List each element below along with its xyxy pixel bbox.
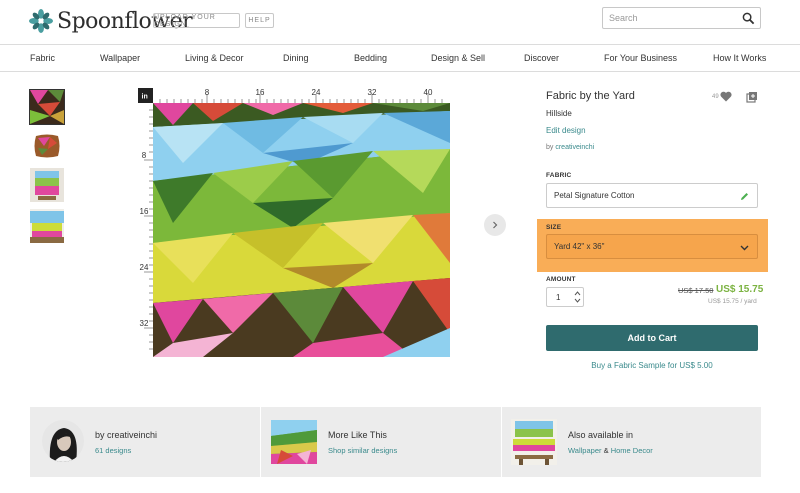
size-select[interactable]: Yard 42" x 36" bbox=[546, 234, 758, 259]
home-decor-link[interactable]: Home Decor bbox=[611, 446, 653, 455]
nav-item-wallpaper[interactable]: Wallpaper bbox=[100, 53, 140, 63]
thumbnail-pillow[interactable] bbox=[30, 129, 64, 163]
search-icon[interactable] bbox=[742, 12, 755, 25]
related-bar: by creativeinchi 61 designs More Like Th… bbox=[30, 407, 761, 477]
upload-design-button[interactable]: UPLOAD YOUR DESIGN bbox=[153, 13, 240, 28]
nav-item-design-sell[interactable]: Design & Sell bbox=[431, 53, 485, 63]
room-preview-thumbnail[interactable] bbox=[511, 419, 557, 465]
fabric-value: Petal Signature Cotton bbox=[554, 191, 635, 200]
similar-design-thumbnail[interactable] bbox=[271, 420, 317, 464]
ruler-left: 8 16 24 32 bbox=[138, 88, 153, 358]
ruler-tick-label: 8 bbox=[142, 151, 147, 160]
size-value: Yard 42" x 36" bbox=[554, 242, 605, 251]
thumbnail-bedding[interactable] bbox=[30, 209, 64, 243]
nav-item-fabric[interactable]: Fabric bbox=[30, 53, 55, 63]
chevron-right-icon bbox=[493, 221, 498, 229]
edit-design-link[interactable]: Edit design bbox=[546, 126, 586, 135]
designer-card[interactable]: by creativeinchi 61 designs bbox=[30, 407, 260, 477]
byline-prefix: by bbox=[546, 144, 556, 151]
design-name: Hillside bbox=[546, 109, 572, 118]
pencil-icon[interactable] bbox=[740, 192, 749, 201]
quantity-value: 1 bbox=[556, 292, 561, 302]
flower-logo-icon bbox=[29, 9, 53, 33]
also-available-links: Wallpaper & Home Decor bbox=[568, 446, 653, 455]
nav-item-living-decor[interactable]: Living & Decor bbox=[185, 53, 244, 63]
designer-link[interactable]: creativeinchi bbox=[555, 144, 594, 151]
chevron-down-icon bbox=[740, 245, 749, 251]
more-like-this-title: More Like This bbox=[328, 430, 387, 440]
fabric-preview-image[interactable] bbox=[153, 103, 450, 357]
designer-byline: by creativeinchi bbox=[546, 144, 594, 151]
ruler-tick-label: 32 bbox=[140, 319, 149, 328]
quantity-stepper[interactable]: 1 bbox=[546, 287, 584, 307]
thumbnail-curtain[interactable] bbox=[30, 168, 64, 202]
also-available-title: Also available in bbox=[568, 430, 634, 440]
buy-sample-link[interactable]: Buy a Fabric Sample for US$ 5.00 bbox=[546, 361, 758, 370]
nav-item-bedding[interactable]: Bedding bbox=[354, 53, 387, 63]
nav-item-how-it-works[interactable]: How It Works bbox=[713, 53, 766, 63]
more-like-this-card[interactable]: More Like This Shop similar designs bbox=[261, 407, 501, 477]
product-title: Fabric by the Yard bbox=[546, 90, 635, 102]
amount-label: AMOUNT bbox=[546, 276, 576, 283]
stepper-arrows-icon[interactable] bbox=[574, 290, 581, 304]
designer-avatar[interactable] bbox=[42, 420, 84, 462]
search-box bbox=[602, 7, 761, 29]
heart-icon[interactable] bbox=[720, 91, 732, 102]
original-price: US$ 17.50 bbox=[678, 286, 714, 295]
favorite-control[interactable]: 49 bbox=[712, 91, 732, 102]
ruler-tick-label: 40 bbox=[424, 88, 433, 97]
nav-item-discover[interactable]: Discover bbox=[524, 53, 559, 63]
ampersand: & bbox=[603, 446, 609, 455]
nav-item-for-your-business[interactable]: For Your Business bbox=[604, 53, 677, 63]
add-to-cart-button[interactable]: Add to Cart bbox=[546, 325, 758, 351]
sale-price: US$ 15.75 bbox=[716, 284, 764, 295]
search-input[interactable] bbox=[603, 13, 733, 23]
thumbnail-swatch[interactable] bbox=[29, 89, 65, 125]
fabric-selector[interactable]: Petal Signature Cotton bbox=[546, 183, 758, 208]
shop-similar-link[interactable]: Shop similar designs bbox=[328, 446, 397, 455]
add-to-collection-icon[interactable] bbox=[746, 91, 758, 103]
site-header: Spoonflower UPLOAD YOUR DESIGN HELP bbox=[0, 0, 800, 44]
fabric-label: FABRIC bbox=[546, 172, 572, 179]
help-button[interactable]: HELP bbox=[245, 13, 274, 28]
designer-designs-link[interactable]: 61 designs bbox=[95, 446, 131, 455]
size-label: SIZE bbox=[546, 224, 562, 231]
ruler-tick-label: 24 bbox=[140, 263, 149, 272]
designer-card-title: by creativeinchi bbox=[95, 430, 158, 440]
ruler-tick-label: 8 bbox=[205, 88, 210, 97]
main-nav: Fabric Wallpaper Living & Decor Dining B… bbox=[0, 44, 800, 72]
ruler-top: in 8 16 24 32 40 bbox=[138, 88, 450, 103]
wallpaper-link[interactable]: Wallpaper bbox=[568, 446, 602, 455]
also-available-card[interactable]: Also available in Wallpaper & Home Decor bbox=[502, 407, 761, 477]
next-image-button[interactable] bbox=[484, 214, 506, 236]
nav-item-dining[interactable]: Dining bbox=[283, 53, 309, 63]
quantity-arrows[interactable] bbox=[574, 290, 581, 307]
ruler-tick-label: 24 bbox=[312, 88, 321, 97]
favorite-count: 49 bbox=[712, 93, 719, 100]
price-per-unit: US$ 15.75 / yard bbox=[708, 298, 757, 305]
ruler-tick-label: 16 bbox=[140, 207, 149, 216]
ruler-tick-label: 16 bbox=[256, 88, 265, 97]
ruler-tick-label: 32 bbox=[368, 88, 377, 97]
